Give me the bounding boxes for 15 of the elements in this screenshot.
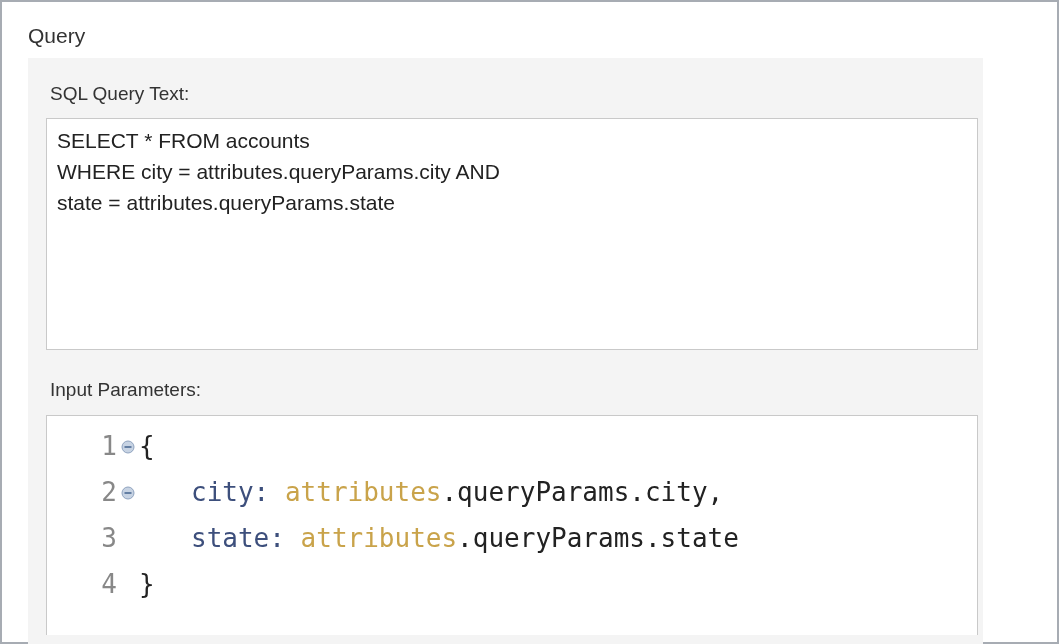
field-label: Input Parameters:	[50, 378, 203, 402]
line-number: 1	[100, 430, 117, 463]
sql-text-area[interactable]: SELECT * FROM accounts WHERE city = attributes.queryParams.city AND state = attributes.queryParams.state	[46, 118, 978, 350]
field-label: SQL Query Text:	[50, 81, 191, 106]
line-number: 3	[100, 522, 117, 555]
code-line: }	[139, 568, 155, 601]
line-number: 4	[100, 568, 117, 601]
collapse-icon[interactable]	[121, 439, 135, 454]
line-number: 2	[100, 476, 117, 509]
code-editor[interactable]: 1 { 2 city: attributes.queryParams.city, 3 state: attributes.queryParams.state 4 }	[46, 414, 978, 635]
code-line: {	[139, 430, 155, 463]
code-line: city: attributes.queryParams.city,	[191, 476, 724, 509]
code-line: state: attributes.queryParams.state	[191, 522, 739, 555]
section-title: Query	[28, 23, 87, 49]
collapse-icon[interactable]	[121, 485, 135, 500]
